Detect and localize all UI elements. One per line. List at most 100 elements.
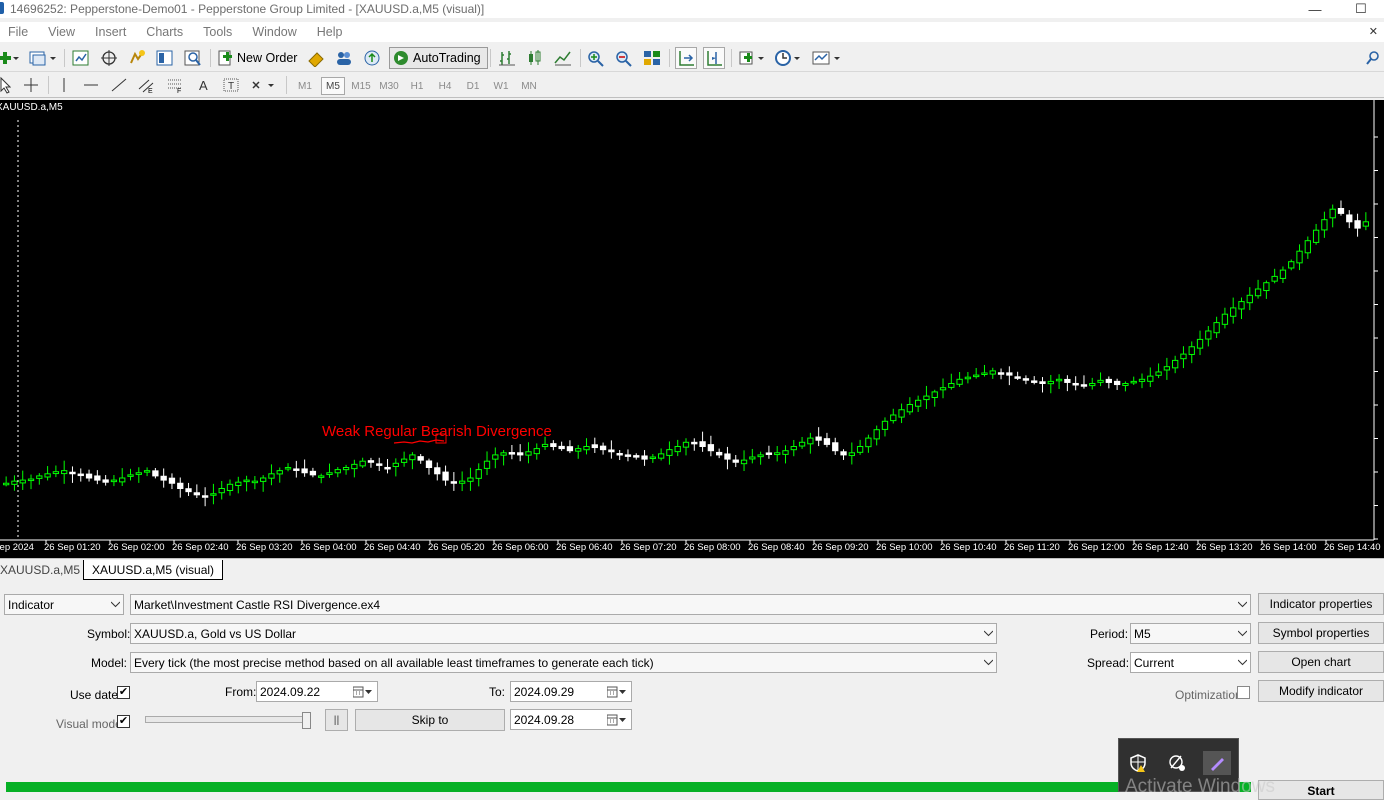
chart-shift-icon[interactable] <box>703 47 725 69</box>
text-tool-icon[interactable]: A <box>192 74 214 96</box>
strategy-tester-icon[interactable] <box>182 47 204 69</box>
candle-body <box>1097 379 1104 383</box>
candle-body <box>724 453 731 460</box>
indicator-properties-button[interactable]: Indicator properties <box>1258 593 1384 615</box>
visual-speed-slider[interactable] <box>145 716 310 723</box>
timeframe-mn[interactable]: MN <box>517 77 541 95</box>
network-icon[interactable] <box>1163 751 1191 775</box>
timeframe-w1[interactable]: W1 <box>489 77 513 95</box>
symbol-select[interactable]: XAUUSD.a, Gold vs US Dollar <box>130 623 997 644</box>
skip-to-button[interactable]: Skip to <box>355 709 505 731</box>
candle-body <box>890 414 897 422</box>
timeframe-d1[interactable]: D1 <box>461 77 485 95</box>
tab-xauusd-m5[interactable]: XAUUSD.a,M5 <box>0 560 88 580</box>
zoom-out-icon[interactable] <box>613 47 635 69</box>
expert-path-select[interactable]: Market\Investment Castle RSI Divergence.… <box>130 594 1251 615</box>
timeframe-h1[interactable]: H1 <box>405 77 429 95</box>
candlestick-chart[interactable]: 26 Sep 2024 26 Sep 01:20 26 Sep 02:00 26 Se… <box>0 100 1384 558</box>
use-date-checkbox[interactable]: ✔ <box>117 686 130 699</box>
community-icon[interactable] <box>333 47 355 69</box>
menu-file[interactable]: File <box>0 25 38 39</box>
app-icon <box>0 2 4 14</box>
cursor-icon[interactable] <box>0 74 12 96</box>
calendar-dropdown-icon <box>607 714 626 726</box>
menu-view[interactable]: View <box>38 25 85 39</box>
to-date-input[interactable]: 2024.09.29 <box>510 681 632 702</box>
price-axis-ticks <box>1374 136 1378 540</box>
autotrading-button[interactable]: AutoTrading <box>389 47 488 69</box>
trendline-icon[interactable] <box>108 74 130 96</box>
candle-body <box>740 459 748 465</box>
equidistant-channel-icon[interactable]: E <box>136 74 158 96</box>
signals-icon[interactable] <box>361 47 383 69</box>
pen-icon[interactable] <box>1203 751 1231 775</box>
from-date-input[interactable]: 2024.09.22 <box>256 681 378 702</box>
open-chart-button[interactable]: Open chart <box>1258 651 1384 673</box>
optimization-checkbox[interactable] <box>1237 686 1250 699</box>
period-label: Period: <box>1090 627 1129 641</box>
maximize-button[interactable]: ☐ <box>1338 0 1384 18</box>
market-watch-icon[interactable] <box>70 47 92 69</box>
candle-body <box>541 443 549 448</box>
search-icon[interactable] <box>1364 47 1382 69</box>
data-window-icon[interactable] <box>98 47 120 69</box>
svg-text:A: A <box>199 78 208 93</box>
timeframe-h4[interactable]: H4 <box>433 77 457 95</box>
templates-icon[interactable] <box>810 47 844 69</box>
timeframe-m1[interactable]: M1 <box>293 77 317 95</box>
navigator-icon[interactable] <box>126 47 148 69</box>
metaeditor-icon[interactable] <box>305 47 327 69</box>
candle-body <box>525 451 532 456</box>
fibonacci-icon[interactable]: F <box>164 74 186 96</box>
menu-tools[interactable]: Tools <box>193 25 242 39</box>
new-chart-icon[interactable] <box>0 47 20 69</box>
periods-icon[interactable] <box>773 47 805 69</box>
visual-mode-checkbox[interactable]: ✔ <box>117 715 130 728</box>
tab-xauusd-m5-visual[interactable]: XAUUSD.a,M5 (visual) <box>83 560 224 580</box>
candle-body <box>508 452 516 455</box>
text-label-icon[interactable]: T <box>220 74 242 96</box>
menu-charts[interactable]: Charts <box>136 25 193 39</box>
zoom-in-icon[interactable] <box>585 47 607 69</box>
vertical-line-icon[interactable] <box>54 74 74 96</box>
candle-body <box>425 460 433 468</box>
symbol-properties-button[interactable]: Symbol properties <box>1258 622 1384 644</box>
period-select[interactable]: M5 <box>1130 623 1251 644</box>
terminal-icon[interactable] <box>154 47 176 69</box>
menu-insert[interactable]: Insert <box>85 25 136 39</box>
skip-to-date-input[interactable]: 2024.09.28 <box>510 709 632 730</box>
tile-windows-icon[interactable] <box>641 47 663 69</box>
new-order-icon <box>218 50 232 66</box>
timeframe-m30[interactable]: M30 <box>377 77 401 95</box>
bar-chart-icon[interactable] <box>496 47 518 69</box>
price-chart[interactable]: 26 Sep 2024 26 Sep 01:20 26 Sep 02:00 26 Se… <box>0 100 1384 558</box>
minimize-button[interactable]: — <box>1292 0 1338 18</box>
horizontal-line-icon[interactable] <box>80 74 102 96</box>
expert-type-select[interactable]: Indicator <box>4 594 124 615</box>
menu-help[interactable]: Help <box>307 25 353 39</box>
autoscroll-icon[interactable] <box>675 47 697 69</box>
pause-button[interactable]: || <box>325 709 348 731</box>
model-select[interactable]: Every tick (the most precise method base… <box>130 652 997 673</box>
candle-body <box>1122 383 1129 386</box>
arrows-icon[interactable] <box>248 74 278 96</box>
candle-body <box>1080 384 1088 387</box>
line-chart-icon[interactable] <box>552 47 574 69</box>
security-shield-icon[interactable] <box>1124 751 1152 775</box>
new-order-button[interactable]: New Order <box>216 47 300 69</box>
timeframe-m5[interactable]: M5 <box>321 77 345 95</box>
crosshair-icon[interactable] <box>20 74 42 96</box>
profiles-icon[interactable] <box>28 47 58 69</box>
start-button[interactable]: Start <box>1258 780 1384 800</box>
spread-select[interactable]: Current <box>1130 652 1251 673</box>
menu-window[interactable]: Window <box>242 25 306 39</box>
candle-body <box>699 441 706 447</box>
candlestick-chart-icon[interactable] <box>524 47 546 69</box>
candle-body <box>765 452 773 455</box>
mdi-close-icon[interactable]: ✕ <box>1369 25 1378 38</box>
candle-body <box>1147 375 1154 382</box>
slider-thumb[interactable] <box>302 712 311 729</box>
timeframe-m15[interactable]: M15 <box>349 77 373 95</box>
modify-indicator-button[interactable]: Modify indicator <box>1258 680 1384 702</box>
indicators-list-icon[interactable] <box>737 47 769 69</box>
